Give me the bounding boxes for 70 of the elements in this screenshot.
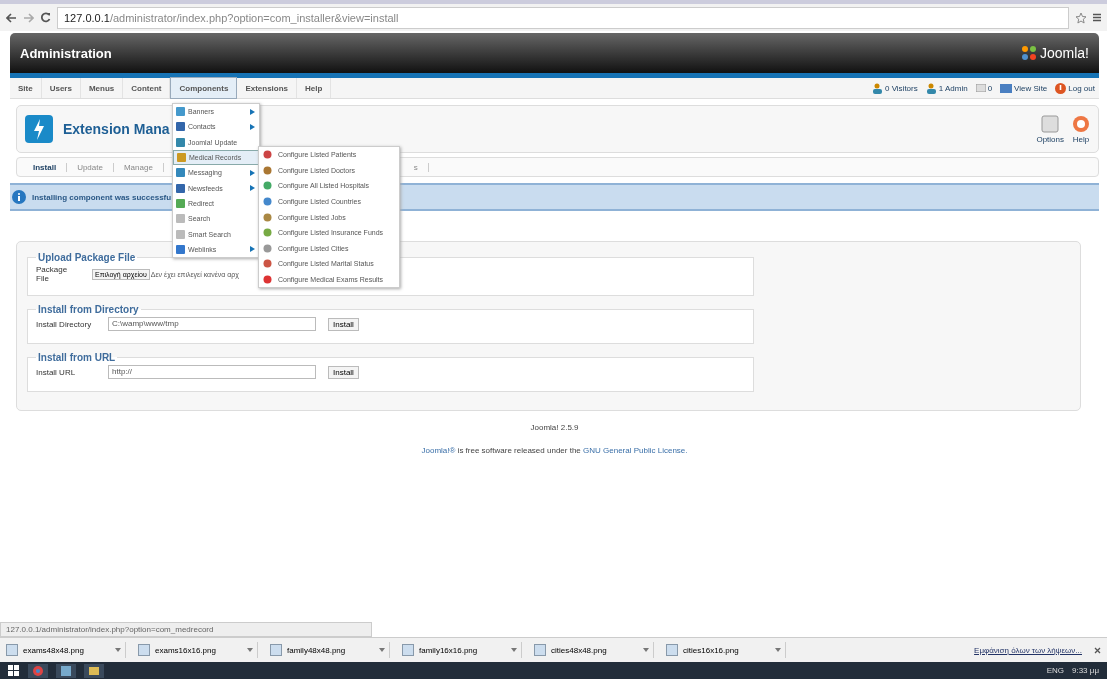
tab[interactable]: s	[403, 162, 429, 172]
caret-icon[interactable]	[115, 648, 121, 652]
download-item[interactable]: family48x48.png	[270, 642, 390, 658]
status-link[interactable]: View Site	[1014, 83, 1048, 93]
back-icon[interactable]	[6, 12, 17, 23]
tab[interactable]: Manage	[113, 162, 164, 172]
message-text: Installing component was successfu	[32, 192, 172, 202]
menu-item[interactable]: Components	[170, 77, 238, 99]
status-text: 0	[987, 83, 993, 93]
tab[interactable]: Install	[23, 162, 68, 172]
help-icon	[1072, 114, 1090, 133]
reload-icon[interactable]	[40, 12, 51, 23]
menu-item[interactable]: Extensions	[237, 78, 298, 98]
star-icon[interactable]	[1075, 11, 1087, 24]
status-text: 1 Admin	[938, 83, 968, 93]
caret-icon[interactable]	[643, 648, 649, 652]
toolbar-button[interactable]: Options	[1036, 114, 1064, 144]
menu-item[interactable]: Site	[10, 78, 42, 98]
show-all-downloads-link[interactable]: Εμφάνιση όλων των λήψεων...	[974, 645, 1082, 655]
windows-start-icon[interactable]	[8, 664, 20, 677]
field-label: Package File	[36, 265, 69, 283]
screen-icon	[1000, 83, 1013, 93]
user-icon	[925, 82, 937, 94]
version-text: Joomla! 2.5.9	[529, 423, 580, 432]
license-text: Joomla!® is free software released under the GNU General Public License.	[420, 446, 689, 455]
menu-item[interactable]: Menus	[80, 78, 124, 98]
tab[interactable]: Update	[67, 162, 114, 172]
section-title: Upload Package File	[37, 252, 137, 263]
status-text: 0 Visitors	[884, 83, 918, 93]
browser-icon[interactable]	[28, 663, 48, 678]
caret-icon[interactable]	[379, 648, 385, 652]
logo-text: Joomla!	[1039, 45, 1089, 61]
logout-icon	[1055, 82, 1067, 94]
clock: 9:33 μμ	[1072, 666, 1099, 675]
page-title: Extension Mana	[63, 121, 170, 137]
language-indicator[interactable]: ENG	[1046, 666, 1064, 675]
input-field[interactable]: http://	[108, 365, 316, 379]
status-url: 127.0.0.1/administrator/index.php?option=com_medrecord	[0, 622, 372, 637]
download-item[interactable]: exams16x16.png	[138, 642, 258, 658]
menu-item[interactable]: Help	[297, 78, 332, 98]
lightning-icon	[25, 115, 53, 143]
field-label: Install URL	[36, 367, 77, 377]
toolbar-button[interactable]: Help	[1072, 114, 1090, 144]
logo-icon	[1020, 45, 1037, 61]
install-button[interactable]: Install	[328, 365, 359, 379]
caret-icon[interactable]	[247, 648, 253, 652]
close-icon[interactable]	[1094, 646, 1101, 654]
status-link[interactable]: Log out	[1068, 83, 1095, 93]
caret-icon[interactable]	[775, 648, 781, 652]
download-item[interactable]: cities48x48.png	[534, 642, 654, 658]
download-item[interactable]: family16x16.png	[402, 642, 522, 658]
download-item[interactable]: exams48x48.png	[6, 642, 126, 658]
field-label: Install Directory	[36, 319, 93, 329]
license-link[interactable]: GNU General Public License.	[583, 446, 688, 455]
section-title: Install from Directory	[37, 304, 140, 315]
menu-icon[interactable]	[1093, 13, 1101, 22]
users-icon	[871, 82, 883, 94]
joomla-link[interactable]: Joomla!®	[421, 446, 456, 455]
address-field[interactable]: 127.0.0.1/administrator/index.php?option=com_installer&view=install	[57, 6, 1069, 29]
header-title: Administration	[20, 45, 112, 61]
folder-icon[interactable]	[84, 663, 104, 678]
forward-icon[interactable]	[23, 12, 34, 23]
app-icon[interactable]	[56, 663, 76, 678]
info-icon	[12, 190, 26, 204]
download-item[interactable]: cities16x16.png	[666, 642, 786, 658]
section-title: Install from URL	[37, 352, 117, 363]
caret-icon[interactable]	[511, 648, 517, 652]
input-field[interactable]: C:\wamp\www/tmp	[108, 317, 316, 331]
menu-item[interactable]: Users	[41, 78, 81, 98]
install-button[interactable]: Install	[328, 317, 359, 331]
